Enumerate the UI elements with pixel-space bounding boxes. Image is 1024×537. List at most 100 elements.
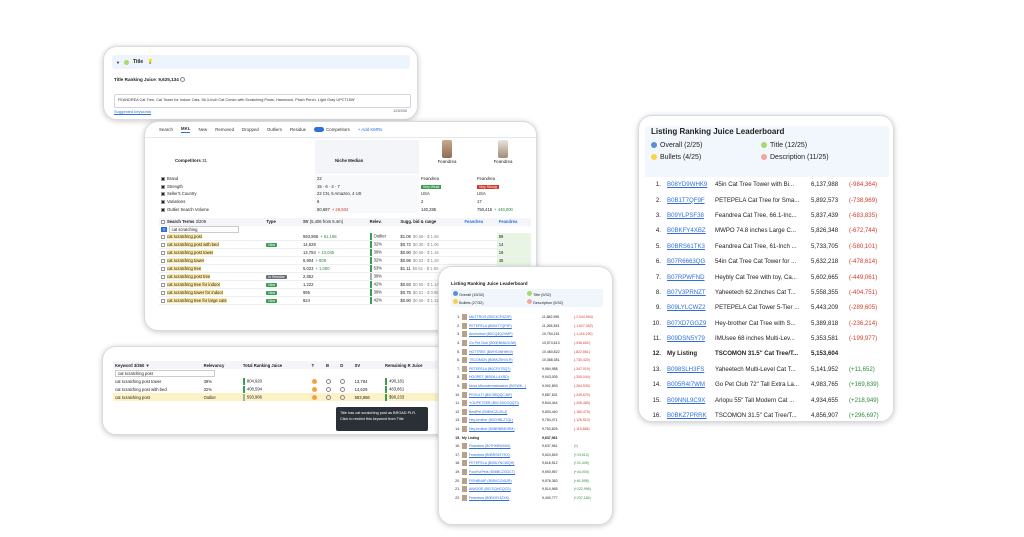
leaderboard-row[interactable]: 3. Anchortow (B0CQ4Q2VMP) 10,754,151 (-1,11… [449, 330, 607, 339]
tab-dropped[interactable]: Dropped [242, 127, 259, 132]
listing-name[interactable]: Anchortow (B0CQ4Q2VMP) [469, 332, 513, 336]
keyword-text[interactable]: cat scratching tower [167, 258, 205, 264]
col-bid[interactable]: Sugg. bid & range [398, 218, 462, 226]
row-checkbox[interactable] [161, 259, 165, 264]
legend-title[interactable]: Title (12/25) [761, 142, 881, 149]
listing-name[interactable]: MUTTROS (B0C3CP4Z2P) [469, 315, 512, 319]
leaderboard-row[interactable]: 5. B0BRS61TK3 Feandrea Cat Tree, 61-Inch .… [645, 239, 889, 254]
leaderboard-row[interactable]: 3. B09YLPSF38 Feandrea Cat Tree, 66.1-Inc.… [645, 208, 889, 223]
add-kmrs-button[interactable]: + Add KMRs [358, 127, 383, 132]
tab-removed[interactable]: Removed [215, 127, 234, 132]
legend-bullets[interactable]: Bullets (27/32) [453, 299, 527, 305]
keyword-text[interactable]: cat scratching post [167, 234, 202, 240]
asin[interactable]: B09NNL9C9X [665, 392, 713, 407]
col-sv[interactable]: SV [353, 361, 383, 369]
leaderboard-row[interactable]: 15. B09NNL9C9X Arlopu 55" Tall Modern Cat … [645, 392, 889, 407]
listing-name[interactable]: FISHBNAP (B08VGZV8JR) [469, 479, 512, 483]
leaderboard-row[interactable]: 13. B098SLH3FS Yaheetech Multi-Level Cat T… [645, 362, 889, 377]
row-checkbox[interactable] [161, 291, 165, 296]
leaderboard-row[interactable]: 1. MUTTROS (B0C3CP4Z2P) 11,682,955 (-2,044,… [449, 313, 607, 322]
listing-name[interactable]: FourFurPets (B08BCZGGCT) [469, 470, 515, 474]
product-thumbnail[interactable] [442, 140, 452, 158]
col-feandrea-1[interactable]: Feandrea [462, 218, 496, 226]
asin[interactable]: B07RPWFND [665, 269, 713, 284]
leaderboard-row[interactable]: 9. B09LYLCWZ2 PETEPELA Cat Tower 5-Tier ..… [645, 300, 889, 315]
description-placement-icon[interactable] [340, 386, 346, 392]
leaderboard-row[interactable]: 2. PETEPELA (B0B1T7QF9F) 11,265,353 (-1,627… [449, 322, 607, 331]
leaderboard-row[interactable]: 11. B09DSN5Y79 IMUsee 68 inches Multi-Lev.… [645, 331, 889, 346]
asin[interactable]: B08YD9WHK9 [665, 177, 713, 192]
leaderboard-row[interactable]: 12. My Listing TSCOMON 31.5" Cat Tree/T...… [645, 346, 889, 361]
asin[interactable]: B0B1T7QF9F [665, 192, 713, 207]
tab-new[interactable]: New [198, 127, 207, 132]
col-t[interactable]: T [310, 361, 324, 369]
bullets-placement-icon[interactable] [325, 378, 331, 384]
listing-name[interactable]: AIWOOE (B07CQHCQCS) [469, 487, 511, 491]
listing-name[interactable]: Feandrea (B0BX9Y4ZXK) [469, 496, 509, 500]
keyword-row[interactable]: cat scratching post Outlier 593,966 593,966… [113, 393, 449, 401]
asin[interactable]: B0BKFY4XBZ [665, 223, 713, 238]
asin[interactable]: B09YLPSF38 [665, 208, 713, 223]
listing-name[interactable]: Feandrea (B07HH8W4MJ) [469, 444, 510, 448]
bullets-placement-icon[interactable] [325, 394, 331, 400]
leaderboard-row[interactable]: 7. PETEPELA (B0CFX7SQ7) 9,984,988 (-347,019… [449, 365, 607, 374]
leaderboard-row[interactable]: 18. PETEPELA (B0BLYNCWQH) 9,616,512 (+21,44… [449, 459, 607, 468]
col-d[interactable]: D [338, 361, 352, 369]
listing-name[interactable]: Nova Microdermabrasion (B07WK...) [469, 384, 526, 388]
legend-description[interactable]: Description (5/32) [527, 299, 601, 305]
leaderboard-row[interactable]: 14. Hey-brother (B0BRBB4DRM) 9,753,826 (-11… [449, 425, 607, 434]
row-checkbox[interactable] [161, 207, 165, 212]
col-sv[interactable]: SV (5,406 from 5.4m) [301, 218, 368, 226]
leaderboard-row[interactable]: 1. B08YD9WHK9 45in Cat Tree Tower with Bi.… [645, 177, 889, 192]
listing-name[interactable]: YOUPETSER (B0C1BCGQQTI) [469, 401, 519, 405]
leaderboard-row[interactable]: 10. B07XD7GGZ9 Hey-brother Cat Tree with S… [645, 316, 889, 331]
product-thumbnail[interactable] [498, 140, 508, 158]
keyword-filter-input[interactable]: cat scratching post [115, 369, 215, 377]
listing-name[interactable]: HOOPET (B09XLL4XRD) [469, 375, 509, 379]
tab-outliers[interactable]: Outliers [267, 127, 282, 132]
col-b[interactable]: B [324, 361, 338, 369]
row-checkbox[interactable] [161, 299, 165, 304]
keyword-text[interactable]: cat scratching tree for large cats [167, 298, 227, 304]
description-placement-icon[interactable] [340, 378, 346, 384]
keyword-text[interactable]: cat scratching post [113, 393, 202, 401]
keyword-text[interactable]: cat scratching post tree [167, 274, 211, 280]
row-checkbox[interactable] [161, 267, 165, 272]
asin[interactable]: B07V3PRNZT [665, 285, 713, 300]
row-checkbox[interactable] [161, 243, 165, 248]
col-keyword[interactable]: Keyword 3/260 ▼ [113, 361, 202, 369]
asin[interactable]: B09LYLCWZ2 [665, 300, 713, 315]
row-checkbox[interactable] [161, 275, 165, 280]
row-checkbox[interactable] [161, 177, 165, 182]
leaderboard-row[interactable]: 20. FISHBNAP (B08VGZV8JR) 9,576,363 (+61,59… [449, 476, 607, 485]
asin[interactable]: B07XD7GGZ9 [665, 316, 713, 331]
keyword-row[interactable]: cat scratching post tower 13,784 + 13,045 3… [159, 248, 531, 258]
description-placement-icon[interactable] [340, 394, 346, 400]
keyword-row[interactable]: cat scratching post 593,966 + 61,198 Outlie… [159, 233, 531, 242]
leaderboard-row[interactable]: 19. FourFurPets (B08BCZGGCT) 9,593,957 (+44… [449, 468, 607, 477]
leaderboard-row[interactable]: 16. Feandrea (B07HH8W4MJ) 9,637,961 (0) [449, 442, 607, 451]
keyword-text[interactable]: cat scratching tower for indoor [167, 290, 224, 296]
tab-mkl[interactable]: MKL [180, 126, 191, 133]
row-checkbox[interactable] [161, 199, 165, 204]
leaderboard-row[interactable]: 16. B0BKZ7PRRK TSCOMON 31.5" Cat Tree/T...… [645, 408, 889, 421]
leaderboard-row[interactable]: 4. B0BKFY4XBZ MWPO 74.8 inches Large C... 5… [645, 223, 889, 238]
bullets-placement-icon[interactable] [325, 386, 331, 392]
title-input[interactable]: FEANDREA Cat Tree, Cat Tower for Indoor … [114, 94, 411, 108]
leaderboard-row[interactable]: 21. AIWOOE (B07CQHCQCS) 9,514,965 (+122,996… [449, 485, 607, 494]
keyword-text[interactable]: cat scratching post tower [167, 250, 214, 256]
listing-name[interactable]: Feandrea (B0BRS6TYKX) [469, 453, 510, 457]
asin[interactable]: B0BKZ7PRRK [665, 408, 713, 421]
chevron-down-icon[interactable]: ▼ [116, 60, 120, 65]
keyword-text[interactable]: cat scratching post with bed [113, 385, 202, 393]
suggested-keywords-link[interactable]: Suggested keywords [114, 109, 151, 114]
row-checkbox[interactable] [161, 192, 165, 197]
asin[interactable]: B07R6663QG [665, 254, 713, 269]
asin[interactable]: B098SLH3FS [665, 362, 713, 377]
leaderboard-row[interactable]: 11. YOUPETSER (B0C1BCGQQTI) 9,844,444 (-206… [449, 399, 607, 408]
listing-name[interactable]: BestPet (B0BNCZUGLJ) [469, 410, 507, 414]
filter-icon[interactable]: ≡ [161, 226, 168, 232]
leaderboard-row[interactable]: 22. Feandrea (B0BX9Y4ZXK) 9,400,777 (+237,1… [449, 493, 607, 502]
leaderboard-row[interactable]: 5. HOTTREE (B09YDWHHK9) 10,460,822 (-822,86… [449, 347, 607, 356]
listing-name[interactable]: PETEPELA (B0BLYNCWQH) [469, 461, 514, 465]
